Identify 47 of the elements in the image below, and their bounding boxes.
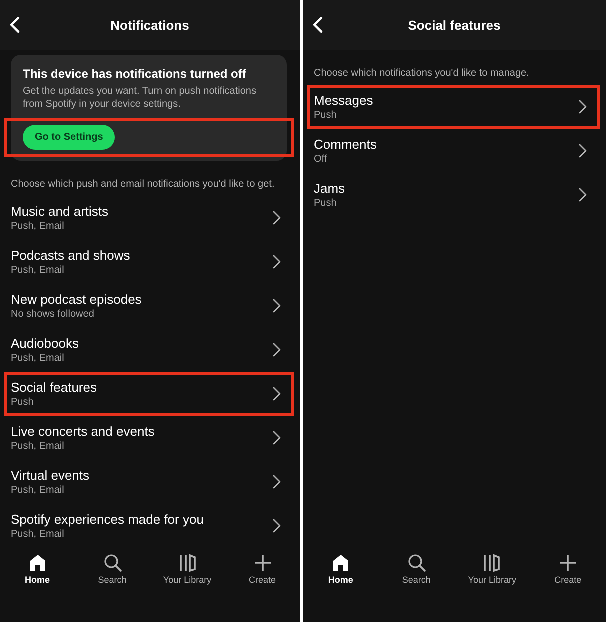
setting-row[interactable]: Virtual events Push, Email xyxy=(4,460,294,504)
plus-icon[interactable] xyxy=(254,554,272,572)
setting-row[interactable]: Comments Off xyxy=(307,129,600,173)
chevron-right-icon xyxy=(273,431,281,445)
screen-title: Notifications xyxy=(110,18,190,32)
chevron-right-icon xyxy=(273,475,281,489)
settings-button[interactable]: Go to Settings xyxy=(23,125,116,150)
card-title: This device has notifications turned off xyxy=(23,67,248,81)
search-icon[interactable] xyxy=(104,554,122,572)
setting-row[interactable]: New podcast episodes No shows followed xyxy=(4,284,294,328)
intro-text: Choose which notifications you'd like to manage. xyxy=(314,68,530,79)
setting-row[interactable]: Music and artists Push, Email xyxy=(4,196,294,240)
chevron-right-icon xyxy=(273,255,281,269)
tab-label[interactable]: Search xyxy=(98,575,127,585)
setting-row[interactable]: Live concerts and events Push, Email xyxy=(4,416,294,460)
chevron-right-icon xyxy=(273,299,281,313)
home-icon[interactable] xyxy=(332,554,350,572)
setting-row[interactable]: Spotify experiences made for you Push, Email xyxy=(4,504,294,548)
chevron-right-icon xyxy=(579,188,587,202)
setting-row[interactable]: Audiobooks Push, Email xyxy=(4,328,294,372)
chevron-right-icon xyxy=(579,144,587,158)
library-icon[interactable] xyxy=(483,554,502,572)
chevron-right-icon xyxy=(273,211,281,225)
setting-row[interactable]: Podcasts and shows Push, Email xyxy=(4,240,294,284)
tab-label[interactable]: Your Library xyxy=(468,575,516,585)
chevron-right-icon xyxy=(273,387,281,401)
tab-label[interactable]: Create xyxy=(248,575,276,585)
library-icon[interactable] xyxy=(178,554,196,572)
card-text: Get the updates you want. Turn on push notifications from Spotify in your device settings. xyxy=(23,85,258,111)
tab-label[interactable]: Home xyxy=(24,575,50,585)
chevron-right-icon xyxy=(579,100,587,114)
chevron-right-icon xyxy=(273,519,281,533)
tab-label[interactable]: Create xyxy=(554,575,582,585)
back-icon[interactable] xyxy=(10,17,20,33)
home-icon[interactable] xyxy=(28,554,46,572)
setting-row[interactable]: Messages Push xyxy=(307,85,600,129)
intro-text: Choose which push and email notifications you'd like to get. xyxy=(11,179,276,190)
back-icon[interactable] xyxy=(313,17,323,33)
plus-icon[interactable] xyxy=(559,554,578,572)
tab-label[interactable]: Your Library xyxy=(163,575,212,585)
setting-row[interactable]: Social features Push xyxy=(4,372,294,416)
tab-label[interactable]: Home xyxy=(328,575,354,585)
setting-row[interactable]: Jams Push xyxy=(307,173,600,217)
screen-title: Social features xyxy=(408,18,501,32)
chevron-right-icon xyxy=(273,343,281,357)
tab-label[interactable]: Search xyxy=(402,575,431,585)
search-icon[interactable] xyxy=(408,554,426,572)
